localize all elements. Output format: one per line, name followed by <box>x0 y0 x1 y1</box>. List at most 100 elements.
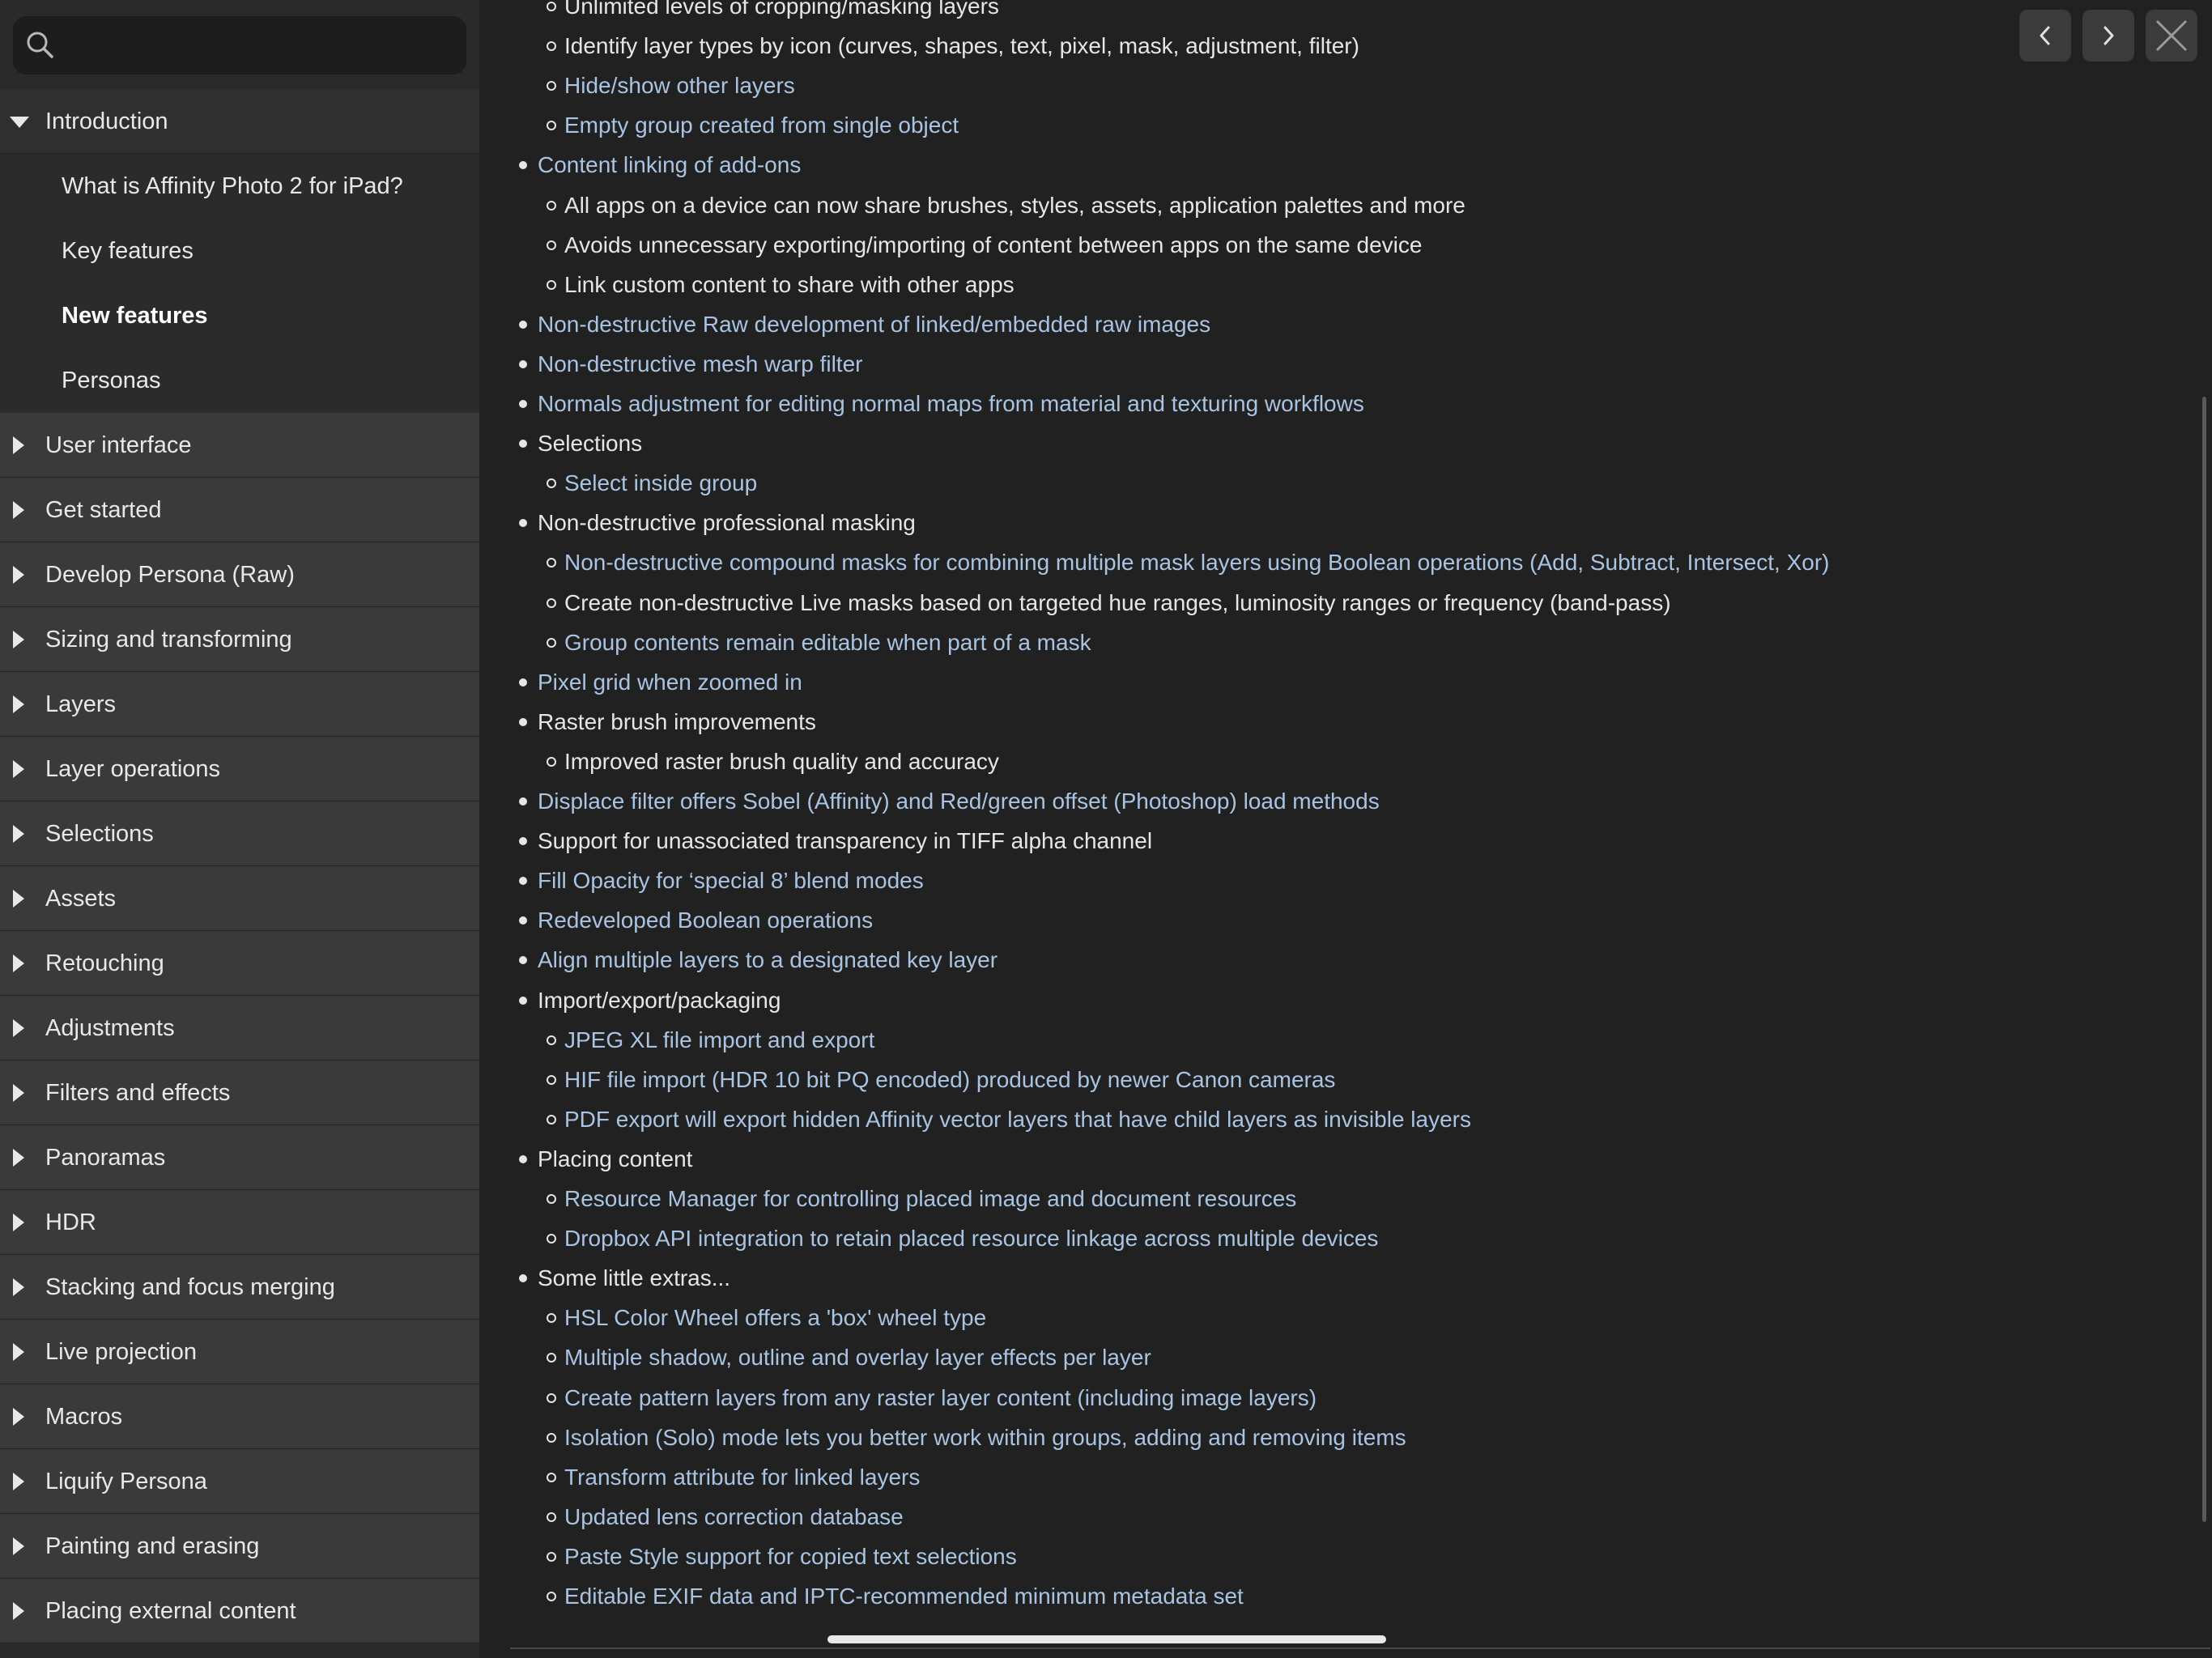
sidebar-subitem[interactable]: Personas <box>0 348 479 413</box>
nav-label: Filters and effects <box>45 1080 231 1106</box>
feature-link[interactable]: Empty group created from single object <box>546 109 959 142</box>
sidebar-item-section[interactable]: Layer operations <box>0 737 479 801</box>
list-item: Avoids unnecessary exporting/importing o… <box>546 229 1422 261</box>
feature-link[interactable]: Non-destructive mesh warp filter <box>518 348 862 380</box>
sidebar-item-section[interactable]: Macros <box>0 1384 479 1449</box>
sidebar-item-section[interactable]: Sizing and transforming <box>0 607 479 672</box>
nav-label: Live projection <box>45 1339 197 1365</box>
nav-label: Placing external content <box>45 1598 296 1624</box>
article-content: Unlimited levels of cropping/masking lay… <box>479 0 2212 1658</box>
sidebar-item-section[interactable]: Stacking and focus merging <box>0 1255 479 1320</box>
feature-link[interactable]: Fill Opacity for ‘special 8’ blend modes <box>519 865 924 897</box>
disclosure-collapsed-icon[interactable] <box>13 1537 24 1555</box>
feature-link[interactable]: Updated lens correction database <box>547 1501 904 1533</box>
scrollbar[interactable] <box>2202 397 2206 1522</box>
toc-list: Introduction What is Affinity Photo 2 for… <box>0 89 479 1643</box>
list-item: Non-destructive professional masking <box>519 507 916 539</box>
disclosure-collapsed-icon[interactable] <box>13 565 24 584</box>
nav-label: Panoramas <box>45 1145 166 1171</box>
disclosure-collapsed-icon[interactable] <box>13 1407 24 1426</box>
sidebar-item-section[interactable]: Painting and erasing <box>0 1514 479 1579</box>
nav-label: Selections <box>45 821 154 847</box>
feature-link[interactable]: Normals adjustment for editing normal ma… <box>519 388 1364 420</box>
sidebar-item-section[interactable]: Panoramas <box>0 1125 479 1190</box>
feature-link[interactable]: JPEG XL file import and export <box>546 1024 874 1056</box>
feature-link[interactable]: Displace filter offers Sobel (Affinity) … <box>519 785 1380 818</box>
sidebar-item-section[interactable]: User interface <box>0 413 479 478</box>
feature-link[interactable]: PDF export will export hidden Affinity v… <box>547 1103 1471 1136</box>
feature-link[interactable]: HSL Color Wheel offers a 'box' wheel typ… <box>546 1302 986 1334</box>
disclosure-collapsed-icon[interactable] <box>13 1213 24 1231</box>
feature-link[interactable]: Redeveloped Boolean operations <box>518 904 873 937</box>
nav-label: User interface <box>45 432 192 458</box>
next-page-button[interactable] <box>2082 10 2134 62</box>
nav-label: Adjustments <box>45 1015 175 1041</box>
feature-link[interactable]: Group contents remain editable when part… <box>547 627 1091 659</box>
disclosure-collapsed-icon[interactable] <box>13 1148 24 1167</box>
list-item: Raster brush improvements <box>519 706 816 738</box>
feature-link[interactable]: Hide/show other layers <box>547 70 795 102</box>
sidebar-item-section[interactable]: Get started <box>0 478 479 542</box>
disclosure-collapsed-icon[interactable] <box>13 630 24 648</box>
list-item: Link custom content to share with other … <box>547 269 1015 301</box>
feature-link[interactable]: Paste Style support for copied text sele… <box>547 1541 1017 1573</box>
disclosure-collapsed-icon[interactable] <box>13 1083 24 1102</box>
feature-link[interactable]: Create pattern layers from any raster la… <box>546 1382 1317 1414</box>
list-item: Identify layer types by icon (curves, sh… <box>547 30 1359 62</box>
nav-label: Retouching <box>45 950 164 976</box>
disclosure-collapsed-icon[interactable] <box>13 954 24 972</box>
nav-label: Layer operations <box>45 756 221 782</box>
disclosure-collapsed-icon[interactable] <box>13 1018 24 1037</box>
disclosure-collapsed-icon[interactable] <box>13 1601 24 1620</box>
feature-link[interactable]: Non-destructive Raw development of linke… <box>518 308 1210 341</box>
sidebar-item-section[interactable]: HDR <box>0 1190 479 1255</box>
feature-link[interactable]: HIF file import (HDR 10 bit PQ encoded) … <box>546 1064 1335 1096</box>
previous-page-button[interactable] <box>2019 10 2071 62</box>
sidebar-subitem[interactable]: What is Affinity Photo 2 for iPad? <box>0 154 479 219</box>
sidebar-item-section[interactable]: Live projection <box>0 1320 479 1384</box>
sidebar-item-section[interactable]: Adjustments <box>0 996 479 1061</box>
close-button[interactable] <box>2146 10 2197 62</box>
sidebar-item-section[interactable]: Liquify Persona <box>0 1449 479 1514</box>
feature-link[interactable]: Dropbox API integration to retain placed… <box>546 1222 1378 1255</box>
feature-link[interactable]: Multiple shadow, outline and overlay lay… <box>547 1341 1151 1374</box>
disclosure-expanded-icon[interactable] <box>10 116 29 128</box>
disclosure-collapsed-icon[interactable] <box>13 695 24 713</box>
list-item: Unlimited levels of cropping/masking lay… <box>547 0 999 23</box>
disclosure-collapsed-icon[interactable] <box>13 824 24 843</box>
feature-link[interactable]: Isolation (Solo) mode lets you better wo… <box>547 1422 1406 1454</box>
sidebar-item-section[interactable]: Selections <box>0 801 479 866</box>
feature-link[interactable]: Non-destructive compound masks for combi… <box>547 546 1830 579</box>
disclosure-collapsed-icon[interactable] <box>13 436 24 454</box>
sidebar-item-section[interactable]: Placing external content <box>0 1579 479 1643</box>
sidebar-item-section[interactable]: Develop Persona (Raw) <box>0 542 479 607</box>
nav-label: Liquify Persona <box>45 1469 207 1494</box>
feature-link[interactable]: Content linking of add-ons <box>518 149 801 181</box>
feature-link[interactable]: Select inside group <box>546 467 757 500</box>
feature-link[interactable]: Transform attribute for linked layers <box>546 1461 920 1494</box>
sidebar-item-introduction[interactable]: Introduction <box>0 89 479 154</box>
sidebar-subitem[interactable]: Key features <box>0 219 479 283</box>
sidebar-item-section[interactable]: Filters and effects <box>0 1061 479 1125</box>
sidebar-subitem[interactable]: New features <box>0 283 479 348</box>
feature-link[interactable]: Resource Manager for controlling placed … <box>546 1183 1296 1215</box>
sidebar: Introduction What is Affinity Photo 2 for… <box>0 0 479 1658</box>
feature-link[interactable]: Align multiple layers to a designated ke… <box>518 944 998 976</box>
disclosure-collapsed-icon[interactable] <box>13 889 24 908</box>
sidebar-item-section[interactable]: Assets <box>0 866 479 931</box>
sidebar-item-section[interactable]: Layers <box>0 672 479 737</box>
nav-label: Assets <box>45 886 117 912</box>
feature-link[interactable]: Pixel grid when zoomed in <box>519 666 802 699</box>
disclosure-collapsed-icon[interactable] <box>13 1472 24 1490</box>
disclosure-collapsed-icon[interactable] <box>13 500 24 519</box>
home-indicator[interactable] <box>827 1635 1386 1643</box>
list-item: Support for unassociated transparency in… <box>518 825 1152 857</box>
nav-label: Introduction <box>45 108 168 134</box>
divider <box>510 1647 2210 1649</box>
disclosure-collapsed-icon[interactable] <box>13 759 24 778</box>
feature-link[interactable]: Editable EXIF data and IPTC-recommended … <box>547 1580 1244 1613</box>
sidebar-item-section[interactable]: Retouching <box>0 931 479 996</box>
disclosure-collapsed-icon[interactable] <box>13 1342 24 1361</box>
disclosure-collapsed-icon[interactable] <box>13 1278 24 1296</box>
search-input[interactable] <box>13 16 466 74</box>
